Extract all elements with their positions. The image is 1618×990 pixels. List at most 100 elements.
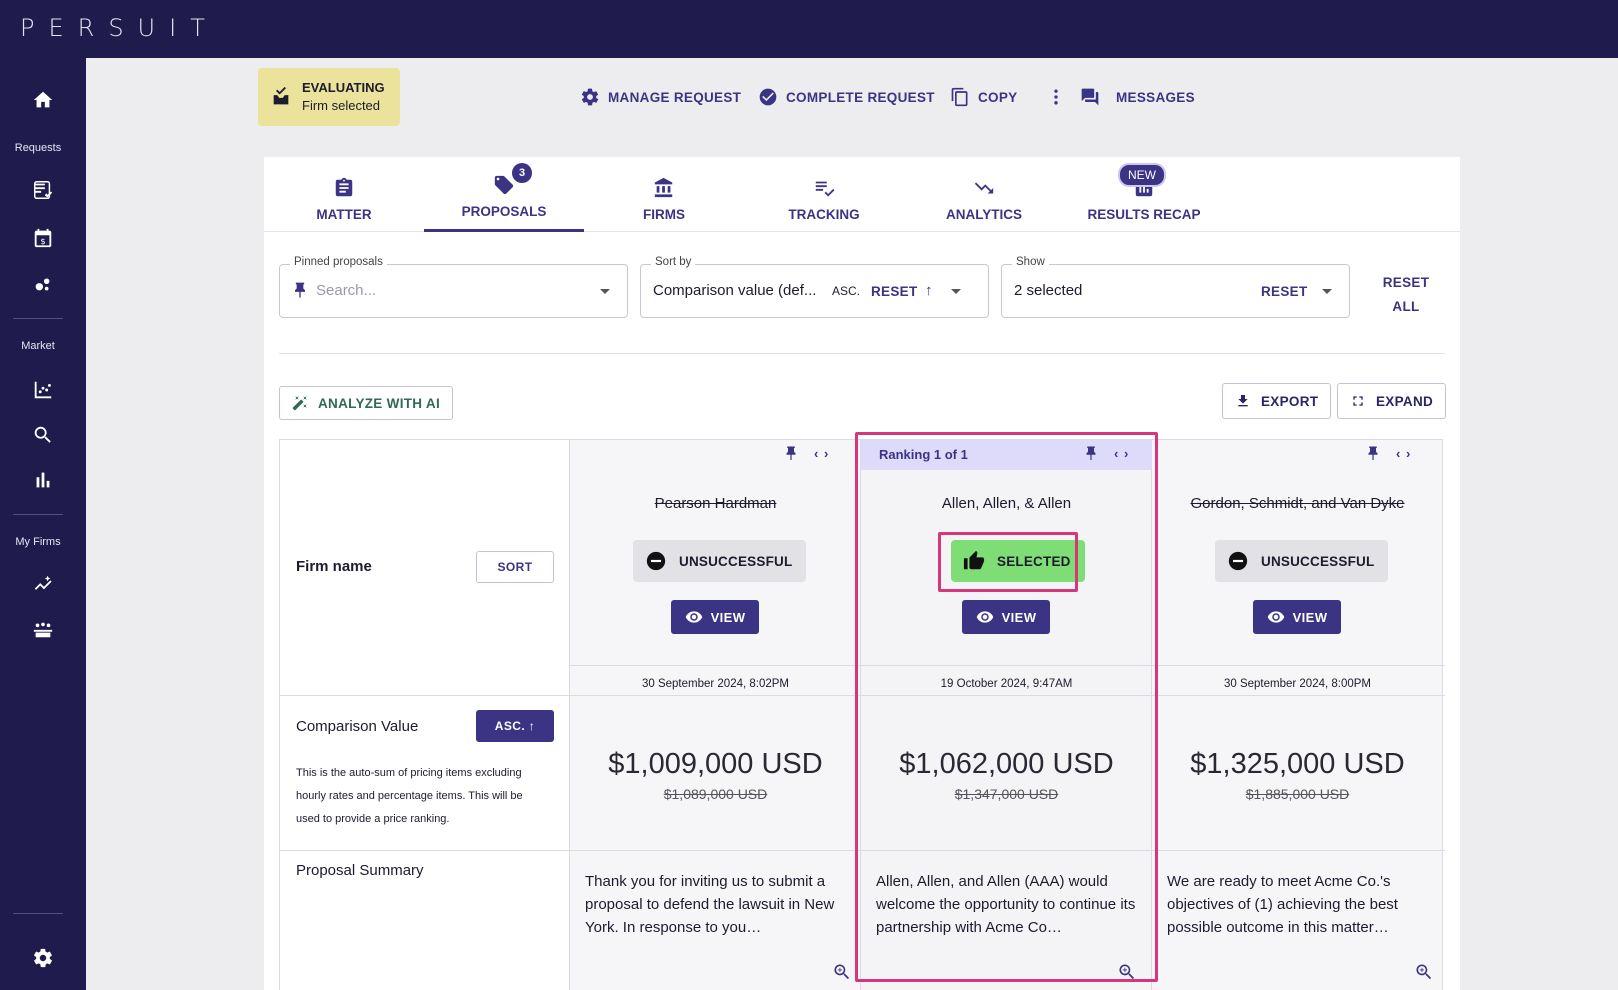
bubbles-icon[interactable] (0, 264, 86, 304)
calendar-dollar-icon[interactable]: $ (0, 218, 86, 258)
column-header: ‹ › (570, 440, 861, 470)
manage-request-button[interactable]: MANAGE REQUEST (580, 84, 741, 110)
view-proposal-button[interactable]: VIEW (671, 600, 759, 634)
comparison-asc-button[interactable]: ASC. ↑ (476, 710, 554, 742)
request-status-badge: EVALUATING Firm selected (258, 68, 400, 126)
view-proposal-button[interactable]: VIEW (962, 600, 1050, 634)
firms-group-icon[interactable] (0, 609, 86, 649)
move-column-icon[interactable]: ‹ › (1114, 446, 1129, 461)
chat-icon (1081, 88, 1099, 106)
analyze-label: ANALYZE WITH AI (318, 395, 440, 411)
status-label: UNSUCCESSFUL (679, 553, 793, 569)
ranking-label: Ranking 1 of 1 (879, 447, 968, 462)
tab-tracking[interactable]: TRACKING (744, 157, 904, 232)
rail-section-my-firms: My Firms (15, 536, 61, 548)
view-proposal-button[interactable]: VIEW (1253, 600, 1341, 634)
zoom-in-icon[interactable] (832, 962, 852, 982)
sort-by-select[interactable]: Sort by Comparison value (def... ASC. RE… (640, 256, 989, 318)
proposal-summary-text: Allen, Allen, and Allen (AAA) would welc… (876, 873, 1136, 936)
submission-date: 19 October 2024, 9:47AM (940, 678, 1073, 690)
selected-status-button[interactable]: SELECTED (951, 540, 1085, 582)
proposal-comparison-table: Firm name SORT Comparison Value ASC. ↑ T… (279, 439, 1445, 990)
pin-icon[interactable] (782, 445, 800, 463)
sparkle-trend-icon[interactable] (0, 564, 86, 604)
firm-name: Allen, Allen, & Allen (941, 495, 1072, 512)
move-column-icon[interactable]: ‹ › (1396, 446, 1411, 461)
complete-request-label: COMPLETE REQUEST (786, 89, 935, 105)
original-value: $1,347,000 USD (954, 786, 1059, 802)
tab-matter-label: MATTER (316, 207, 372, 222)
new-request-icon[interactable] (0, 170, 86, 210)
new-badge: NEW (1118, 163, 1166, 187)
row-separator (279, 850, 1445, 851)
eye-icon (685, 611, 702, 623)
home-icon[interactable] (0, 80, 86, 120)
minus-circle-icon (1228, 551, 1248, 571)
firm-name: Pearson Hardman (654, 495, 777, 512)
tab-proposals[interactable]: 3 PROPOSALS (424, 157, 584, 232)
show-reset-button[interactable]: RESET (1261, 284, 1308, 299)
pin-icon[interactable] (1364, 445, 1382, 463)
sort-reset-button[interactable]: RESET (871, 284, 918, 299)
export-button[interactable]: EXPORT (1222, 383, 1332, 419)
scatter-chart-icon[interactable] (0, 370, 86, 410)
bar-chart-icon[interactable] (0, 460, 86, 500)
firm-name-row-label: Firm name (296, 558, 372, 575)
bank-icon (654, 177, 673, 198)
settings-gear-icon[interactable] (0, 938, 86, 978)
unsuccessful-status-button[interactable]: UNSUCCESSFUL (633, 540, 807, 582)
proposal-summary-text: Thank you for inviting us to submit a pr… (585, 873, 835, 936)
rail-divider (13, 318, 63, 319)
arrow-up-icon[interactable]: ↑ (925, 282, 933, 299)
tab-firms-label: FIRMS (643, 207, 685, 222)
market-search-icon[interactable] (0, 415, 86, 455)
unsuccessful-status-button[interactable]: UNSUCCESSFUL (1215, 540, 1389, 582)
chevron-down-icon (600, 289, 610, 294)
complete-request-button[interactable]: COMPLETE REQUEST (758, 84, 935, 110)
proposal-column-selected: Ranking 1 of 1 ‹ › Allen, Allen, & Allen… (861, 439, 1152, 990)
view-label: VIEW (710, 609, 746, 625)
copy-button[interactable]: COPY (950, 84, 1017, 110)
copy-label: COPY (978, 89, 1018, 105)
reset-all-button[interactable]: RESET ALL (1376, 271, 1436, 319)
inbox-check-icon (273, 86, 289, 105)
pin-icon[interactable] (1082, 445, 1100, 463)
analyze-with-ai-button[interactable]: ANALYZE WITH AI (279, 386, 453, 420)
tab-results-recap-label: RESULTS RECAP (1087, 207, 1201, 222)
sort-by-value: Comparison value (def... (653, 282, 817, 299)
tab-results-recap[interactable]: NEW RESULTS RECAP (1064, 157, 1224, 232)
comparison-value: $1,062,000 USD (899, 748, 1114, 780)
more-options-button[interactable] (1046, 84, 1074, 110)
zoom-in-icon[interactable] (1414, 962, 1434, 982)
pinned-proposals-select[interactable]: Pinned proposals Search... (279, 256, 628, 318)
magic-wand-icon (292, 396, 307, 411)
move-column-icon[interactable]: ‹ › (814, 446, 829, 461)
sort-by-label: Sort by (651, 256, 696, 268)
messages-button[interactable]: MESSAGES (1080, 84, 1195, 110)
tab-proposals-label: PROPOSALS (461, 204, 547, 219)
tab-firms[interactable]: FIRMS (584, 157, 744, 232)
fullscreen-icon (1353, 396, 1363, 406)
comparison-value-row-label: Comparison Value (296, 718, 419, 735)
zoom-in-icon[interactable] (1117, 962, 1137, 982)
status-label: UNSUCCESSFUL (1261, 553, 1375, 569)
view-label: VIEW (1001, 609, 1037, 625)
comparison-value: $1,009,000 USD (608, 748, 823, 780)
comparison-value-description: This is the auto-sum of pricing items ex… (296, 767, 523, 825)
show-label: Show (1012, 256, 1049, 268)
proposal-summary-text: We are ready to meet Acme Co.'s objectiv… (1167, 873, 1398, 936)
row-separator (570, 665, 1445, 666)
column-header: Ranking 1 of 1 ‹ › (861, 440, 1152, 470)
minus-circle-icon (646, 551, 666, 571)
tab-matter[interactable]: MATTER (264, 157, 424, 232)
app-logo[interactable]: PERSUIT (20, 14, 219, 42)
copy-icon (951, 87, 968, 107)
firm-sort-button[interactable]: SORT (476, 551, 554, 583)
tab-analytics[interactable]: ANALYTICS (904, 157, 1064, 232)
gear-icon (581, 88, 599, 106)
proposal-column: ‹ › Gordon, Schmidt, and Van Dyke UNSUCC… (1152, 439, 1443, 990)
expand-button[interactable]: EXPAND (1337, 383, 1447, 419)
show-select[interactable]: Show 2 selected RESET (1001, 256, 1350, 318)
proposal-column: ‹ › Pearson Hardman UNSUCCESSFUL VIEW 30… (570, 439, 861, 990)
check-circle-icon (759, 88, 777, 106)
